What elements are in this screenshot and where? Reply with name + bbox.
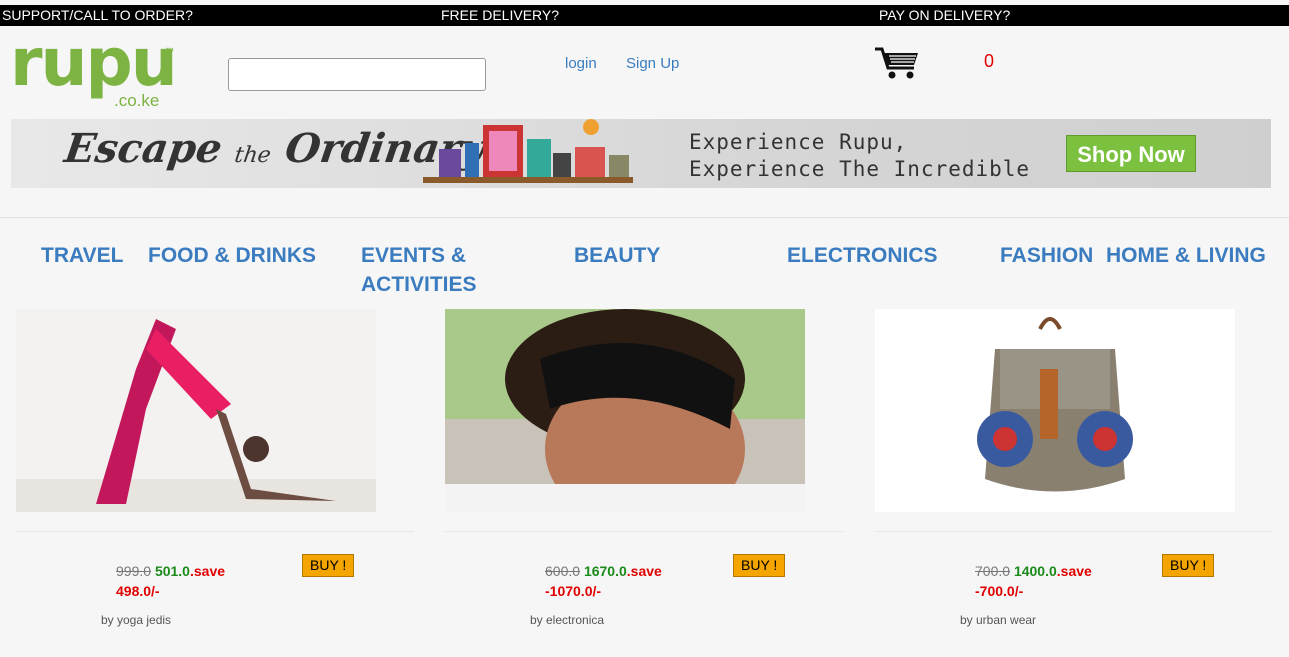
- save-amount: -700.0/-: [975, 583, 1024, 599]
- search-input[interactable]: [228, 58, 486, 91]
- signup-link[interactable]: Sign Up: [626, 55, 679, 72]
- banner-the-word: the: [232, 143, 273, 168]
- logo-trademark: ™: [165, 46, 174, 56]
- header-divider: [0, 217, 1289, 218]
- new-price: 501.0: [154, 563, 190, 579]
- product-vendor[interactable]: by yoga jedis: [101, 613, 171, 627]
- save-label: .save: [1056, 563, 1092, 579]
- product-vendor[interactable]: by electronica: [530, 613, 604, 627]
- banner-escape-word: Escape: [61, 125, 226, 172]
- banner-products-collage: [423, 119, 633, 183]
- category-home-living[interactable]: HOME & LIVING: [1106, 241, 1266, 270]
- product-divider: [16, 531, 414, 532]
- save-amount: -1070.0/-: [545, 583, 602, 599]
- shop-now-button[interactable]: Shop Now: [1066, 135, 1196, 172]
- buy-button[interactable]: BUY !: [302, 554, 355, 577]
- category-food-drinks[interactable]: FOOD & DRINKS: [148, 241, 316, 270]
- category-events-activities[interactable]: EVENTS & ACTIVITIES: [361, 241, 481, 299]
- top-info-bar: SUPPORT/CALL TO ORDER? FREE DELIVERY? PA…: [0, 5, 1289, 26]
- buy-button[interactable]: BUY !: [1162, 554, 1215, 577]
- banner-tagline-line1: Experience Rupu,: [689, 130, 908, 154]
- product-price: 700.0 1400.0.save -700.0/-: [975, 561, 1092, 601]
- promo-banner[interactable]: Escape the Ordinary Experience Rupu, Exp…: [11, 119, 1271, 188]
- category-travel[interactable]: TRAVEL: [41, 241, 123, 270]
- banner-tagline-line2: Experience The Incredible: [689, 157, 1031, 181]
- category-beauty[interactable]: BEAUTY: [574, 241, 660, 270]
- support-text: SUPPORT/CALL TO ORDER?: [2, 7, 193, 23]
- login-link[interactable]: login: [565, 55, 597, 72]
- product-image-backpack[interactable]: [875, 309, 1235, 512]
- pay-on-delivery-text: PAY ON DELIVERY?: [879, 7, 1011, 23]
- old-price: 700.0: [975, 563, 1011, 579]
- rupu-logo[interactable]: rupu ™ .co.ke: [10, 24, 180, 112]
- free-delivery-text: FREE DELIVERY?: [441, 7, 560, 23]
- save-amount: 498.0/-: [116, 583, 160, 599]
- product-image-yoga[interactable]: [16, 309, 376, 512]
- product-vendor[interactable]: by urban wear: [960, 613, 1036, 627]
- new-price: 1400.0: [1013, 563, 1057, 579]
- buy-button[interactable]: BUY !: [733, 554, 786, 577]
- product-price: 600.0 1670.0.save -1070.0/-: [545, 561, 662, 601]
- save-label: .save: [189, 563, 226, 579]
- product-price: 999.0 501.0.save 498.0/-: [116, 561, 225, 601]
- banner-tagline: Experience Rupu, Experience The Incredib…: [689, 129, 1030, 183]
- category-fashion[interactable]: FASHION: [1000, 241, 1093, 270]
- product-image-headband[interactable]: [445, 309, 805, 512]
- product-divider: [875, 531, 1273, 532]
- old-price: 600.0: [545, 563, 581, 579]
- product-divider: [445, 531, 843, 532]
- old-price: 999.0: [116, 563, 152, 579]
- category-electronics[interactable]: ELECTRONICS: [787, 241, 938, 270]
- logo-domain: .co.ke: [114, 91, 160, 110]
- logo-wordmark: rupu: [10, 24, 178, 101]
- cart-icon[interactable]: [874, 46, 920, 82]
- save-label: .save: [626, 563, 662, 579]
- new-price: 1670.0: [583, 563, 627, 579]
- cart-count: 0: [984, 51, 995, 71]
